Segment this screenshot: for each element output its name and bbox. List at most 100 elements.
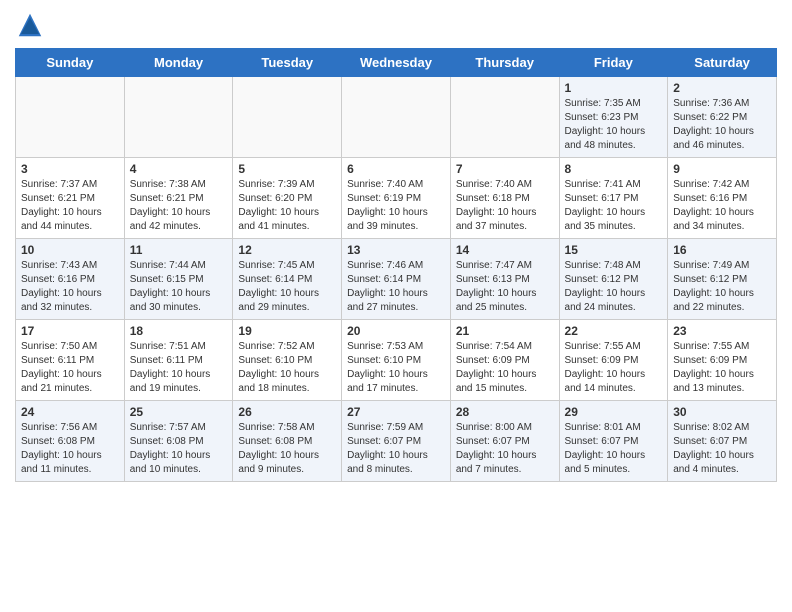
day-info: Sunrise: 7:41 AMSunset: 6:17 PMDaylight:… [565,178,663,234]
calendar-cell: 9Sunrise: 7:42 AMSunset: 6:16 PMDaylight… [668,158,777,239]
calendar-cell [16,77,125,158]
day-info: Sunrise: 7:52 AMSunset: 6:10 PMDaylight:… [238,340,336,396]
calendar-week-5: 24 Sunrise: 7:56 AMSunset: 6:08 PMDayligh… [16,401,777,482]
calendar-week-1: 1 Sunrise: 7:35 AMSunset: 6:23 PMDaylight… [16,77,777,158]
day-number: 10 [21,243,119,257]
day-number: 14 [456,243,554,257]
day-info: Sunrise: 7:55 AMSunset: 6:09 PMDaylight:… [565,340,663,396]
day-number: 28 [456,405,554,419]
day-info: Sunrise: 7:50 AMSunset: 6:11 PMDaylight:… [21,340,119,396]
calendar-body: 1 Sunrise: 7:35 AMSunset: 6:23 PMDaylight… [16,77,777,482]
calendar-cell [124,77,233,158]
day-info: Sunrise: 7:43 AMSunset: 6:16 PMDaylight:… [21,259,119,315]
calendar-cell: 3 Sunrise: 7:37 AMSunset: 6:21 PMDaylight… [16,158,125,239]
calendar-cell: 22 Sunrise: 7:55 AMSunset: 6:09 PMDayligh… [559,320,668,401]
calendar-cell: 4 Sunrise: 7:38 AMSunset: 6:21 PMDaylight… [124,158,233,239]
day-number: 2 [673,81,771,95]
day-number: 6 [347,162,445,176]
calendar-cell: 25Sunrise: 7:57 AMSunset: 6:08 PMDayligh… [124,401,233,482]
calendar-cell: 5 Sunrise: 7:39 AMSunset: 6:20 PMDaylight… [233,158,342,239]
day-info: Sunrise: 7:56 AMSunset: 6:08 PMDaylight:… [21,421,119,477]
day-number: 19 [238,324,336,338]
calendar-cell: 20Sunrise: 7:53 AMSunset: 6:10 PMDayligh… [342,320,451,401]
day-info: Sunrise: 7:38 AMSunset: 6:21 PMDaylight:… [130,178,228,234]
day-info: Sunrise: 7:59 AMSunset: 6:07 PMDaylight:… [347,421,445,477]
calendar-cell [450,77,559,158]
day-header-saturday: Saturday [668,49,777,77]
day-header-thursday: Thursday [450,49,559,77]
calendar-cell: 26 Sunrise: 7:58 AMSunset: 6:08 PMDayligh… [233,401,342,482]
calendar-cell: 18 Sunrise: 7:51 AMSunset: 6:11 PMDayligh… [124,320,233,401]
calendar-cell [342,77,451,158]
day-number: 4 [130,162,228,176]
day-number: 17 [21,324,119,338]
calendar-cell: 28 Sunrise: 8:00 AMSunset: 6:07 PMDayligh… [450,401,559,482]
calendar-cell: 30 Sunrise: 8:02 AMSunset: 6:07 PMDayligh… [668,401,777,482]
calendar-cell: 6 Sunrise: 7:40 AMSunset: 6:19 PMDaylight… [342,158,451,239]
calendar-cell: 23 Sunrise: 7:55 AMSunset: 6:09 PMDayligh… [668,320,777,401]
day-number: 26 [238,405,336,419]
day-number: 11 [130,243,228,257]
day-info: Sunrise: 7:49 AMSunset: 6:12 PMDaylight:… [673,259,771,315]
calendar-cell: 14 Sunrise: 7:47 AMSunset: 6:13 PMDayligh… [450,239,559,320]
calendar-week-2: 3 Sunrise: 7:37 AMSunset: 6:21 PMDaylight… [16,158,777,239]
day-number: 27 [347,405,445,419]
day-info: Sunrise: 7:44 AMSunset: 6:15 PMDaylight:… [130,259,228,315]
calendar-cell: 27 Sunrise: 7:59 AMSunset: 6:07 PMDayligh… [342,401,451,482]
calendar-cell: 2 Sunrise: 7:36 AMSunset: 6:22 PMDaylight… [668,77,777,158]
day-number: 23 [673,324,771,338]
calendar-cell: 10 Sunrise: 7:43 AMSunset: 6:16 PMDayligh… [16,239,125,320]
day-info: Sunrise: 7:40 AMSunset: 6:18 PMDaylight:… [456,178,554,234]
calendar-cell: 11 Sunrise: 7:44 AMSunset: 6:15 PMDayligh… [124,239,233,320]
calendar-week-3: 10 Sunrise: 7:43 AMSunset: 6:16 PMDayligh… [16,239,777,320]
day-number: 18 [130,324,228,338]
day-info: Sunrise: 7:55 AMSunset: 6:09 PMDaylight:… [673,340,771,396]
day-number: 13 [347,243,445,257]
day-info: Sunrise: 7:40 AMSunset: 6:19 PMDaylight:… [347,178,445,234]
day-number: 3 [21,162,119,176]
day-info: Sunrise: 8:00 AMSunset: 6:07 PMDaylight:… [456,421,554,477]
day-header-monday: Monday [124,49,233,77]
day-info: Sunrise: 8:02 AMSunset: 6:07 PMDaylight:… [673,421,771,477]
calendar-cell: 7 Sunrise: 7:40 AMSunset: 6:18 PMDaylight… [450,158,559,239]
day-info: Sunrise: 7:37 AMSunset: 6:21 PMDaylight:… [21,178,119,234]
day-info: Sunrise: 7:39 AMSunset: 6:20 PMDaylight:… [238,178,336,234]
day-info: Sunrise: 7:51 AMSunset: 6:11 PMDaylight:… [130,340,228,396]
day-info: Sunrise: 7:45 AMSunset: 6:14 PMDaylight:… [238,259,336,315]
day-number: 15 [565,243,663,257]
day-header-sunday: Sunday [16,49,125,77]
logo [15,10,49,40]
calendar-cell: 13Sunrise: 7:46 AMSunset: 6:14 PMDayligh… [342,239,451,320]
day-info: Sunrise: 7:36 AMSunset: 6:22 PMDaylight:… [673,97,771,153]
calendar-cell: 16 Sunrise: 7:49 AMSunset: 6:12 PMDayligh… [668,239,777,320]
day-info: Sunrise: 7:35 AMSunset: 6:23 PMDaylight:… [565,97,663,153]
day-number: 30 [673,405,771,419]
day-number: 24 [21,405,119,419]
day-number: 1 [565,81,663,95]
day-info: Sunrise: 7:48 AMSunset: 6:12 PMDaylight:… [565,259,663,315]
calendar-cell [233,77,342,158]
day-header-friday: Friday [559,49,668,77]
day-header-wednesday: Wednesday [342,49,451,77]
day-number: 22 [565,324,663,338]
calendar-cell: 8 Sunrise: 7:41 AMSunset: 6:17 PMDaylight… [559,158,668,239]
day-info: Sunrise: 7:57 AMSunset: 6:08 PMDaylight:… [130,421,228,477]
header [15,10,777,40]
calendar-cell: 19 Sunrise: 7:52 AMSunset: 6:10 PMDayligh… [233,320,342,401]
calendar-cell: 15 Sunrise: 7:48 AMSunset: 6:12 PMDayligh… [559,239,668,320]
day-info: Sunrise: 7:47 AMSunset: 6:13 PMDaylight:… [456,259,554,315]
day-info: Sunrise: 7:58 AMSunset: 6:08 PMDaylight:… [238,421,336,477]
day-info: Sunrise: 7:54 AMSunset: 6:09 PMDaylight:… [456,340,554,396]
day-number: 5 [238,162,336,176]
day-number: 8 [565,162,663,176]
calendar-cell: 24 Sunrise: 7:56 AMSunset: 6:08 PMDayligh… [16,401,125,482]
calendar-cell: 12 Sunrise: 7:45 AMSunset: 6:14 PMDayligh… [233,239,342,320]
day-number: 12 [238,243,336,257]
calendar-cell: 1 Sunrise: 7:35 AMSunset: 6:23 PMDaylight… [559,77,668,158]
calendar-header-row: SundayMondayTuesdayWednesdayThursdayFrid… [16,49,777,77]
day-number: 16 [673,243,771,257]
day-info: Sunrise: 7:42 AMSunset: 6:16 PMDaylight:… [673,178,771,234]
day-number: 29 [565,405,663,419]
calendar-cell: 21Sunrise: 7:54 AMSunset: 6:09 PMDayligh… [450,320,559,401]
day-number: 7 [456,162,554,176]
